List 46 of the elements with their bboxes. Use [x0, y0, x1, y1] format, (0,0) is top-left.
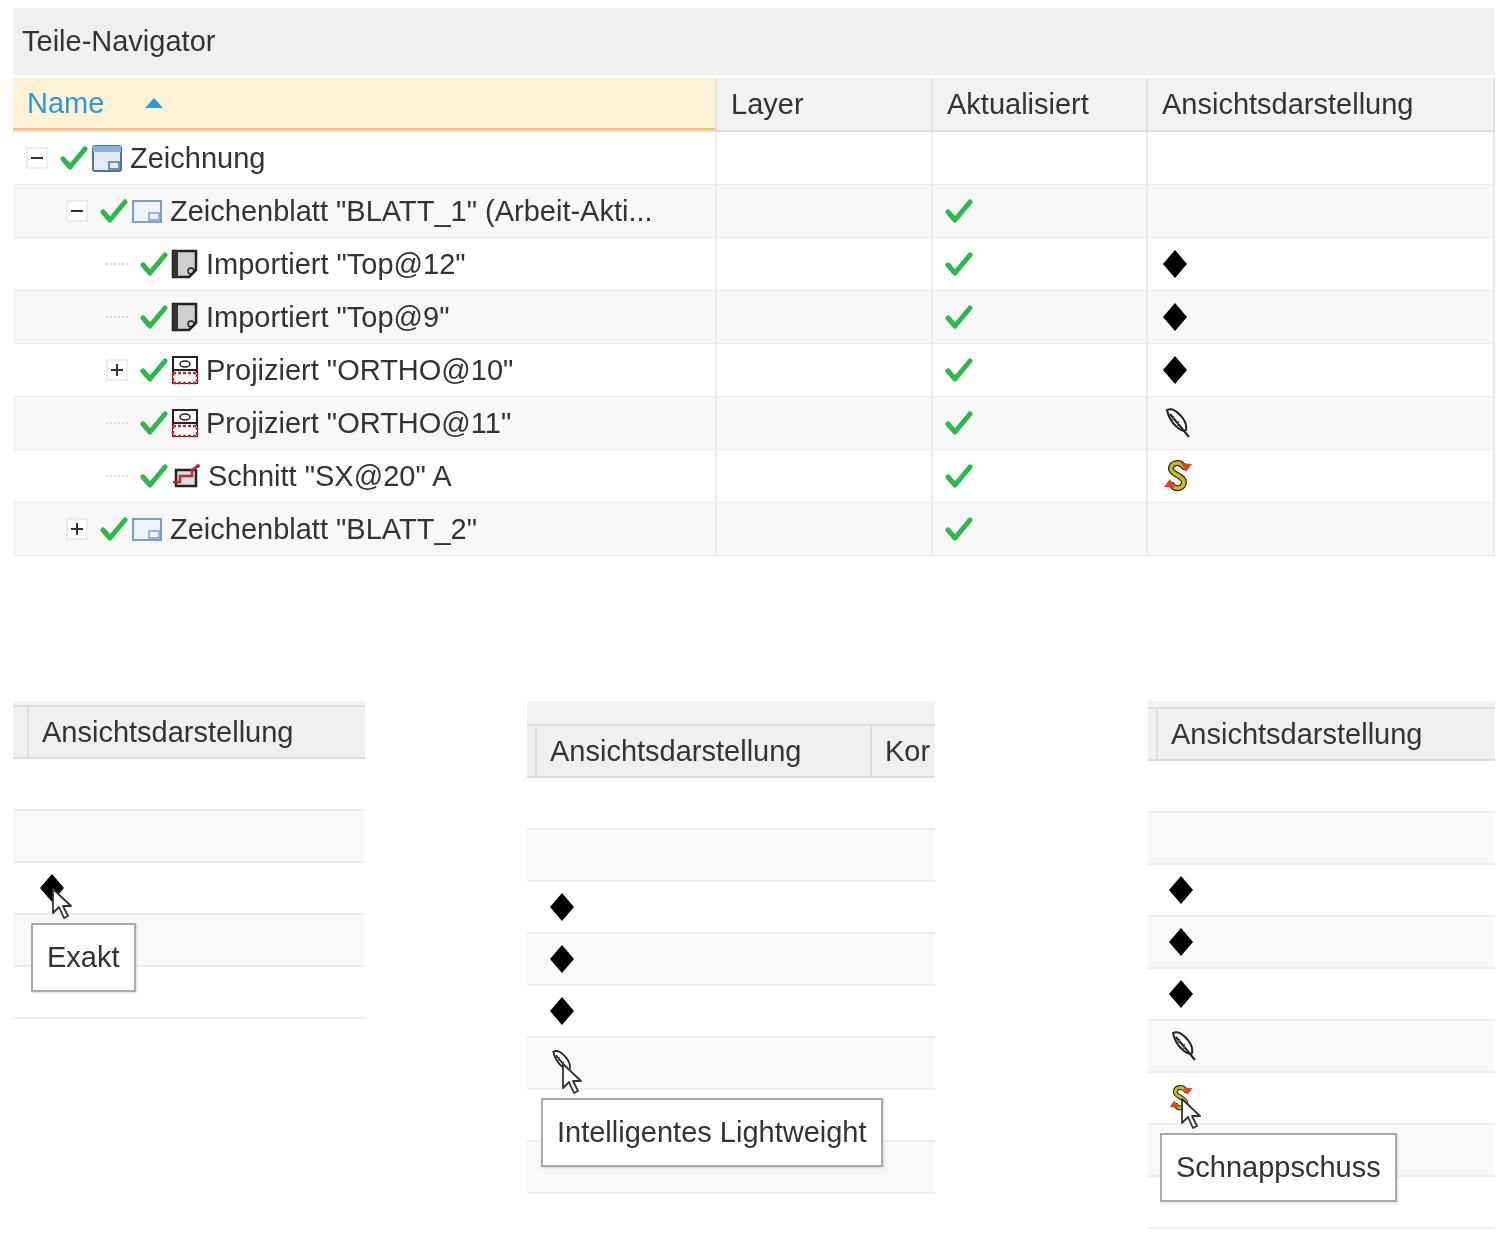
column-header[interactable]: Aktualisiert — [933, 78, 1148, 130]
tooltip: Schnappschuss — [1160, 1133, 1397, 1202]
diamond-icon — [549, 944, 575, 974]
view-icon — [170, 354, 200, 386]
diamond-icon — [1168, 927, 1194, 957]
panel-title: Teile-Navigator — [13, 8, 1495, 78]
refresh-arrows-icon — [1162, 458, 1194, 494]
page-icon — [170, 301, 200, 333]
connector-line — [106, 263, 128, 265]
column-header[interactable]: Layer — [717, 78, 933, 130]
tree-item-label[interactable]: Importiert "Top@12" — [206, 247, 466, 281]
diamond-icon — [1168, 875, 1194, 905]
tree-item-label[interactable]: Schnitt "SX@20" A — [208, 459, 452, 493]
column-header[interactable]: Ansichtsdarstellung — [1148, 78, 1495, 130]
tooltip: Exakt — [31, 923, 136, 992]
tree-row[interactable]: Zeichenblatt "BLATT_2" — [13, 503, 1495, 556]
connector-line — [106, 475, 128, 477]
sheet-icon — [130, 197, 164, 225]
tree-item-label[interactable]: Projiziert "ORTHO@11" — [206, 406, 512, 440]
sort-ascending-icon — [144, 97, 165, 109]
column-header[interactable]: Kor — [870, 726, 931, 776]
tree-item-label[interactable]: Zeichnung — [130, 141, 266, 175]
view-icon — [170, 407, 200, 439]
diamond-icon — [549, 892, 575, 922]
drawing-sheet-icon — [90, 142, 124, 174]
column-header[interactable]: Ansichtsdarstellung — [535, 726, 870, 776]
page-icon — [170, 248, 200, 280]
diamond-icon — [1162, 249, 1188, 279]
collapse-icon[interactable] — [66, 200, 88, 222]
tree-row[interactable]: Projiziert "ORTHO@11" — [13, 397, 1495, 450]
sheet-icon — [130, 515, 164, 543]
expand-icon[interactable] — [106, 359, 128, 381]
tooltip: Intelligentes Lightweight — [541, 1098, 883, 1167]
tree-item-label[interactable]: Zeichenblatt "BLATT_2" — [170, 512, 477, 546]
tree-row[interactable]: Importiert "Top@9" — [13, 291, 1495, 344]
diamond-icon — [1168, 979, 1194, 1009]
tree-row[interactable]: Zeichenblatt "BLATT_1" (Arbeit-Akti... — [13, 185, 1495, 238]
diamond-icon — [549, 996, 575, 1026]
section-view-icon — [170, 462, 202, 490]
diamond-icon — [1162, 302, 1188, 332]
diamond-icon — [1162, 355, 1188, 385]
collapse-icon[interactable] — [26, 147, 48, 169]
tree-item-label[interactable]: Importiert "Top@9" — [206, 300, 450, 334]
expand-icon[interactable] — [66, 518, 88, 540]
tree-item-label[interactable]: Projiziert "ORTHO@10" — [206, 353, 514, 387]
tree-item-label[interactable]: Zeichenblatt "BLATT_1" (Arbeit-Akti... — [170, 194, 653, 228]
